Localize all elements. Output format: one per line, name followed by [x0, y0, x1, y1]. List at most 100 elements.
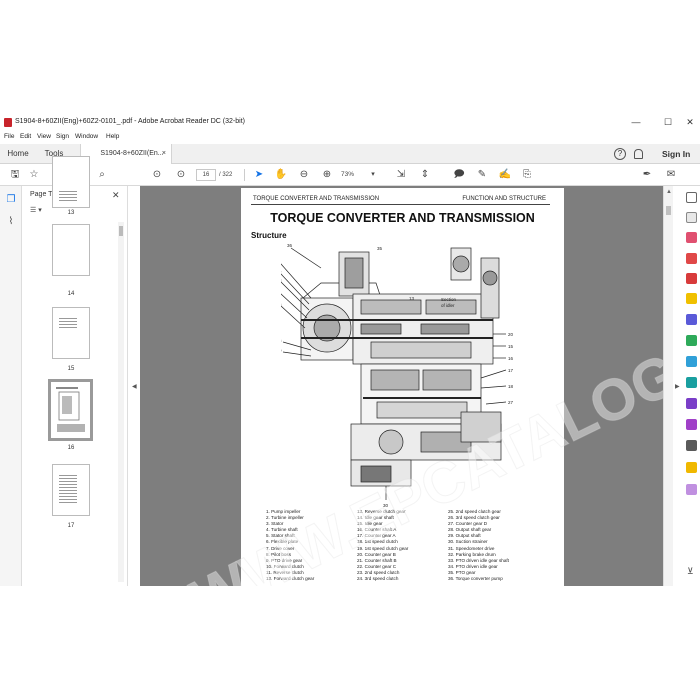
thumbnail-label-13: 13 [67, 210, 75, 216]
document-viewer[interactable]: TORQUE CONVERTER AND TRANSMISSION FUNCTI… [140, 186, 663, 586]
fill-and-sign-icon[interactable] [686, 419, 697, 430]
menu-view[interactable]: View [37, 133, 51, 140]
fill-sign-icon[interactable]: ⎘ [520, 168, 534, 182]
zoom-out-icon[interactable]: ⊖ [297, 168, 311, 182]
acrobat-window: S1904-8+60ZII(Eng)+60Z2-0101_.pdf - Adob… [0, 113, 700, 586]
thumbnail-page-17[interactable] [52, 464, 90, 516]
legend-item: 19. 1st speed clutch gear [357, 545, 409, 551]
acrobat-app-icon [4, 118, 12, 127]
previous-page-icon[interactable]: ⊙ [150, 168, 164, 182]
sign-in-button[interactable]: Sign In [662, 144, 690, 164]
create-pdf-icon[interactable] [686, 232, 697, 243]
zoom-dropdown-chevron-icon[interactable]: ▾ [366, 168, 380, 182]
svg-text:17: 17 [508, 368, 514, 373]
combine-files-icon[interactable] [686, 314, 697, 325]
edit-pdf-icon[interactable] [686, 253, 697, 264]
svg-text:16: 16 [508, 356, 514, 361]
page-total-label: / 322 [219, 172, 233, 178]
menu-window[interactable]: Window [75, 133, 98, 140]
next-page-icon[interactable]: ⊙ [174, 168, 188, 182]
thumbnail-label-17: 17 [67, 523, 75, 529]
organize-pages-icon[interactable] [686, 335, 697, 346]
hand-tool-icon[interactable]: ✋ [274, 168, 288, 182]
menu-edit[interactable]: Edit [20, 133, 31, 140]
tab-document[interactable]: S1904-8+60ZII(En... × [80, 144, 172, 164]
svg-text:35: 35 [377, 246, 383, 251]
highlight-pen-icon[interactable]: ✎ [475, 168, 489, 182]
thumbnail-page-16-selected[interactable] [48, 379, 93, 441]
svg-text:18: 18 [508, 384, 514, 389]
bookmark-star-icon[interactable]: ☆ [27, 168, 41, 182]
comment-tool-icon[interactable] [686, 293, 697, 304]
thumbnail-page-14[interactable] [52, 224, 90, 276]
svg-text:4: 4 [281, 290, 282, 295]
tab-document-label: S1904-8+60ZII(En... [100, 150, 164, 157]
attachments-paperclip-icon[interactable]: ⌇ [5, 216, 17, 228]
stamp-tool-icon[interactable] [686, 462, 697, 473]
main-toolbar: 🖫 ☆ ⇪ ⎙ ⌕ ⊙ ⊙ 16 / 322 ➤ ✋ ⊖ ⊕ 73% ▾ ⇲ ⇕… [0, 164, 700, 186]
scroll-mode-icon[interactable]: ⇕ [418, 168, 432, 182]
tab-bar: Home Tools S1904-8+60ZII(En... × ? Sign … [0, 144, 700, 164]
svg-text:3: 3 [281, 278, 282, 283]
comment-icon[interactable]: 🗩 [452, 168, 466, 182]
page-number-input[interactable]: 16 [196, 169, 216, 181]
thumbnail-page-15[interactable] [52, 307, 90, 359]
compress-pdf-icon[interactable] [686, 377, 697, 388]
thumbnails-scrollbar[interactable] [118, 222, 124, 582]
page-thumbnails-panel: Page Thumbnails ✕ ☰ ▾ 13 14 15 16 17 [22, 156, 128, 586]
sign-pen-icon[interactable]: ✒ [640, 168, 654, 182]
transmission-cross-section-diagram: 36 35 1 2 3 4 5 6 9 13 20 15 16 17 18 27 30 [281, 243, 514, 508]
document-scroll-thumb[interactable] [666, 206, 671, 215]
thumbnail-text [59, 318, 77, 328]
panel-close-icon[interactable]: ✕ [112, 190, 120, 201]
minimize-button[interactable]: — [626, 116, 646, 128]
maximize-button[interactable]: ☐ [658, 116, 678, 128]
close-window-button[interactable]: ✕ [680, 116, 700, 128]
thumbnails-scroll-thumb[interactable] [119, 226, 123, 236]
thumbnail-page-13[interactable] [52, 156, 90, 208]
collapse-left-panel-icon[interactable]: ◀ [132, 383, 137, 390]
help-icon[interactable]: ? [614, 148, 626, 160]
menu-help[interactable]: Help [106, 133, 119, 140]
page-thumbnails-icon[interactable]: ❐ [5, 194, 17, 206]
page-header-right: FUNCTION AND STRUCTURE [462, 196, 546, 202]
export-file-icon[interactable] [686, 273, 697, 284]
protect-shield-icon[interactable] [686, 398, 697, 409]
thumbnail-label-15: 15 [67, 366, 75, 372]
thumbnail-text [59, 191, 77, 201]
notification-bell-icon[interactable] [634, 149, 643, 159]
svg-text:1: 1 [281, 260, 282, 265]
idler-section-caption: Section of idler [441, 297, 457, 308]
measure-tool-icon[interactable] [686, 484, 697, 495]
more-tools-icon[interactable]: ⊻ [687, 566, 694, 577]
svg-text:27: 27 [508, 400, 514, 405]
export-pdf-icon[interactable] [686, 212, 697, 223]
share-email-icon[interactable]: ✉ [664, 168, 678, 182]
tab-home[interactable]: Home [0, 144, 36, 164]
thumbnail-text [59, 475, 77, 505]
page-fit-icon[interactable]: ⇲ [394, 168, 408, 182]
save-icon[interactable]: 🖫 [8, 168, 22, 182]
zoom-in-icon[interactable]: ⊕ [320, 168, 334, 182]
draw-icon[interactable]: ✍ [498, 168, 512, 182]
document-scrollbar[interactable]: ▲ [663, 186, 673, 586]
thumbnail-diagram-preview [56, 387, 85, 432]
select-cursor-icon[interactable]: ➤ [252, 168, 266, 182]
tab-close-icon[interactable]: × [162, 144, 166, 164]
menu-file[interactable]: File [4, 133, 14, 140]
scan-ocr-icon[interactable] [686, 356, 697, 367]
search-tools-icon[interactable] [686, 192, 697, 203]
scroll-up-arrow-icon[interactable]: ▲ [666, 189, 672, 195]
legend-item: 24. 3rd speed clutch [357, 576, 399, 582]
thumbnail-options-menu[interactable]: ☰ ▾ [30, 206, 48, 216]
document-title: TORQUE CONVERTER AND TRANSMISSION [270, 211, 535, 225]
menu-sign[interactable]: Sign [56, 133, 69, 140]
legend-item: 33. PTO driven idle gear shaft [448, 557, 509, 563]
svg-text:9: 9 [281, 348, 282, 353]
legend-column-3: 25. 2nd speed clutch gear 26. 3rd speed … [448, 509, 509, 582]
search-icon[interactable]: ⌕ [95, 168, 109, 182]
collapse-right-panel-icon[interactable]: ▶ [675, 383, 680, 390]
send-for-signature-icon[interactable] [686, 440, 697, 451]
zoom-level-dropdown[interactable]: 73% [341, 169, 369, 181]
svg-text:30: 30 [383, 503, 389, 508]
